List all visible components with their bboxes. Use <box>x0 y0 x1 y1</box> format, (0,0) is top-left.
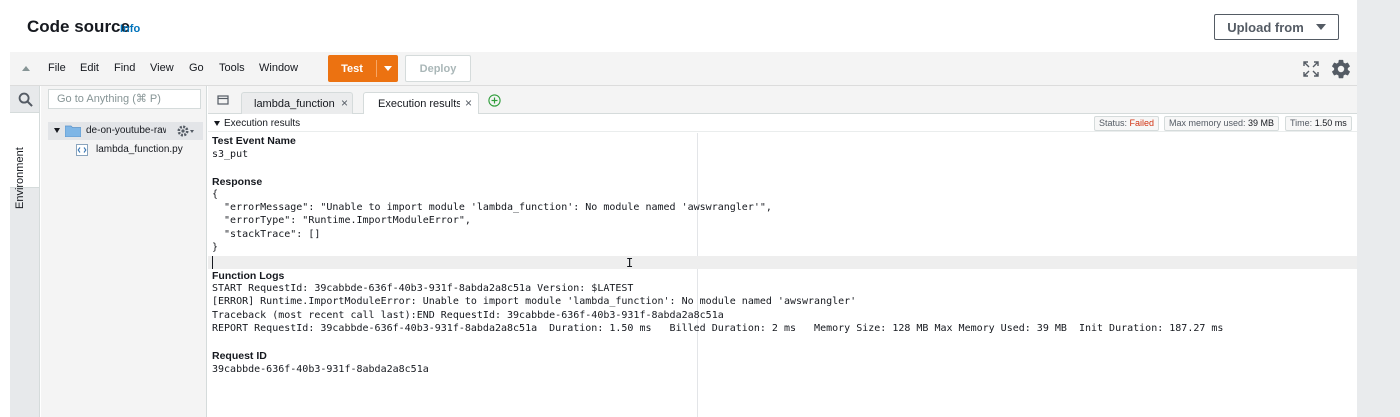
search-icon[interactable] <box>18 92 33 107</box>
status-label: Status: <box>1099 118 1128 128</box>
go-to-anything-input[interactable] <box>48 89 201 109</box>
log-line: [ERROR] Runtime.ImportModuleError: Unabl… <box>212 296 857 307</box>
folder-icon <box>65 125 81 137</box>
file-tree-panel: de-on-youtube-raw- lambda_function.py <box>41 86 207 417</box>
tab-label: lambda_function <box>254 98 335 110</box>
print-margin-line <box>697 133 698 417</box>
log-line: Traceback (most recent call last):END Re… <box>212 310 724 321</box>
time-badge: Time: 1.50 ms <box>1285 116 1352 131</box>
close-icon[interactable]: × <box>465 96 472 110</box>
active-line-highlight <box>208 256 1357 269</box>
log-line: REPORT RequestId: 39cabbde-636f-40b3-931… <box>212 323 1224 334</box>
folder-settings-icon[interactable] <box>176 124 196 138</box>
tab-list-icon[interactable] <box>217 95 229 105</box>
chevron-down-icon[interactable] <box>214 121 220 126</box>
folder-name: de-on-youtube-raw- <box>86 125 166 136</box>
close-icon[interactable]: × <box>341 96 348 110</box>
test-event-value: s3_put <box>212 149 249 160</box>
fullscreen-icon[interactable] <box>1303 61 1319 77</box>
execution-output[interactable]: I Test Event Name s3_put Response { "err… <box>208 133 1357 417</box>
response-heading: Response <box>212 176 263 188</box>
menu-find[interactable]: Find <box>114 62 135 74</box>
execution-results-title: Execution results <box>224 118 301 129</box>
upload-from-label: Upload from <box>1227 19 1304 35</box>
test-dropdown-toggle[interactable] <box>377 55 398 82</box>
ibeam-cursor-icon: I <box>626 256 634 270</box>
menu-window[interactable]: Window <box>259 62 298 74</box>
caret-down-icon <box>383 66 392 71</box>
execution-results-header: Execution results Status: Failed Max mem… <box>208 114 1357 132</box>
gear-icon[interactable] <box>1330 58 1352 80</box>
ide-menubar: File Edit Find View Go Tools Window Test… <box>10 52 1357 86</box>
add-tab-icon[interactable] <box>488 94 501 107</box>
tab-lambda-function[interactable]: lambda_function × <box>241 92 353 115</box>
max-memory-value: 39 MB <box>1248 118 1275 128</box>
page-title: Code source <box>27 17 130 36</box>
status-badge: Status: Failed <box>1094 116 1160 131</box>
time-label: Time: <box>1290 118 1313 128</box>
max-memory-label: Max memory used: <box>1169 118 1246 128</box>
menu-file[interactable]: File <box>48 62 66 74</box>
function-logs-heading: Function Logs <box>212 270 285 282</box>
editor-tab-bar: lambda_function × Execution results × <box>208 86 1357 115</box>
response-line: "stackTrace": [] <box>212 229 321 240</box>
tab-environment[interactable]: Environment <box>10 112 39 209</box>
response-line: } <box>212 242 219 253</box>
test-event-heading: Test Event Name <box>212 135 296 147</box>
tab-execution-results[interactable]: Execution results × <box>363 92 479 115</box>
file-name: lambda_function.py <box>96 144 183 155</box>
info-link[interactable]: Info <box>120 23 140 35</box>
response-line: "errorType": "Runtime.ImportModuleError"… <box>212 215 471 226</box>
menu-edit[interactable]: Edit <box>80 62 99 74</box>
max-memory-badge: Max memory used: 39 MB <box>1164 116 1280 131</box>
collapse-icon[interactable] <box>22 66 30 71</box>
tree-folder-item[interactable]: de-on-youtube-raw- <box>48 122 203 140</box>
upload-from-button[interactable]: Upload from <box>1214 14 1339 40</box>
menu-go[interactable]: Go <box>189 62 204 74</box>
tree-file-item[interactable]: lambda_function.py <box>48 141 203 159</box>
response-line: "errorMessage": "Unable to import module… <box>212 202 772 213</box>
panel-header: Code source Info Upload from <box>0 0 1357 52</box>
log-line: START RequestId: 39cabbde-636f-40b3-931f… <box>212 283 634 294</box>
response-line: { <box>212 189 219 200</box>
text-cursor <box>212 256 213 269</box>
request-id-heading: Request ID <box>212 350 267 362</box>
page-scroll-gutter <box>1357 0 1400 417</box>
menu-tools[interactable]: Tools <box>219 62 245 74</box>
environment-label: Environment <box>14 147 26 209</box>
menu-view[interactable]: View <box>150 62 174 74</box>
python-file-icon <box>76 144 88 156</box>
request-id-value: 39cabbde-636f-40b3-931f-8abda2a8c51a <box>212 364 429 375</box>
status-value: Failed <box>1129 118 1155 128</box>
time-value: 1.50 ms <box>1314 118 1347 128</box>
caret-down-icon <box>1315 24 1326 30</box>
test-button[interactable]: Test <box>328 55 398 82</box>
side-tab-strip: Environment <box>10 86 40 417</box>
deploy-button[interactable]: Deploy <box>405 55 471 82</box>
test-button-label: Test <box>341 62 363 75</box>
chevron-down-icon[interactable] <box>54 128 60 133</box>
tab-label: Execution results <box>378 98 460 110</box>
